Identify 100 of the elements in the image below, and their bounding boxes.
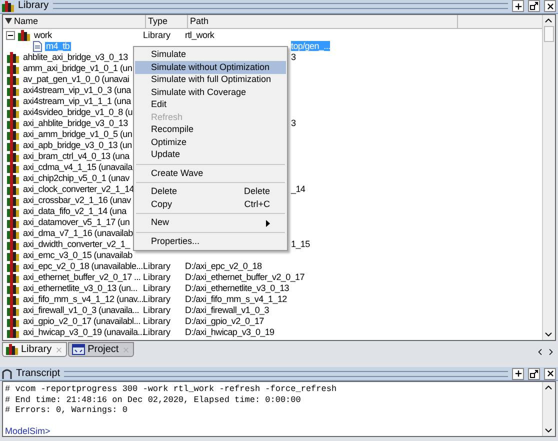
table-cell: D:/axi_epc_v2_0_18: [185, 260, 262, 271]
library-icon: [7, 216, 19, 228]
column-header[interactable]: Path: [188, 14, 458, 29]
library-icon: [7, 326, 19, 338]
close-button[interactable]: [544, 368, 556, 380]
table-cell: D:/axi_hwicap_v3_0_19: [185, 326, 274, 337]
scrollbar[interactable]: [542, 14, 555, 340]
tree-item[interactable]: axi_emc_v3_0_15 (unavailab: [22, 250, 134, 260]
library-icon: [7, 260, 19, 272]
library-icon: [7, 118, 19, 129]
undock-button[interactable]: [528, 0, 540, 12]
console-line: # End time: 21:48:16 on Dec 02,2020, Elapsed time: 0:00:00: [5, 394, 302, 405]
tree-item[interactable]: axi_ahblite_bridge_v3_0_13: [22, 118, 129, 128]
menu-item[interactable]: Simulate: [135, 48, 286, 62]
library-icon: [7, 194, 19, 206]
tree-item[interactable]: axi_gpio_v2_0_17 (unavailabl...: [22, 316, 142, 326]
menu-item[interactable]: Copy Ctrl+C: [135, 198, 286, 211]
tree-item[interactable]: axi4svideo_bridge_v1_0_8 (u: [22, 108, 134, 117]
tree-item[interactable]: axi_dma_v7_1_16 (unavailab: [22, 228, 134, 238]
tree-item[interactable]: axi_fifo_mm_s_v4_1_12 (unav...: [22, 294, 144, 304]
table-cell: D:/axi_ethernetlite_v3_0_13: [185, 282, 289, 293]
library-icon: [7, 184, 19, 195]
tree-item[interactable]: axi_firewall_v1_0_3 (unavaila...: [22, 306, 140, 315]
library-icon: [7, 206, 19, 217]
library-icon: [7, 238, 19, 250]
undock-icon: [530, 2, 538, 10]
undock-icon: [530, 370, 538, 378]
menu-item[interactable]: New: [135, 216, 286, 230]
console-line: # vcom -reportprogress 300 -work rtl_work -refresh -force_refresh: [5, 384, 338, 394]
tree-item[interactable]: axi_dwidth_converter_v2_1_: [22, 240, 131, 249]
tree-item[interactable]: axi_data_fifo_v2_1_14 (una: [22, 206, 128, 216]
library-icon: [7, 162, 19, 173]
window-icon: [72, 344, 85, 356]
table-cell: D:/axi_gpio_v2_0_17: [185, 316, 264, 326]
tree-item[interactable]: av_pat_gen_v1_0_0 (unavai: [22, 74, 130, 84]
tree-item[interactable]: axi_ethernet_buffer_v2_0_17 ...: [22, 272, 142, 282]
menu-item[interactable]: Recompile: [135, 124, 286, 136]
tree-item[interactable]: axi_apb_bridge_v3_0_13 (un: [22, 140, 133, 150]
column-header[interactable]: Type: [146, 14, 188, 29]
undock-button[interactable]: [528, 368, 540, 380]
tree-item[interactable]: work: [33, 30, 53, 40]
library-icon: [7, 304, 19, 316]
menu-item[interactable]: Optimize: [135, 136, 286, 149]
menu-item[interactable]: Update: [135, 148, 286, 162]
library-icon: [7, 172, 19, 184]
table-cell: Library: [143, 304, 171, 315]
table-cell: Library: [143, 316, 171, 326]
table-cell: D:/axi_firewall_v1_0_3: [185, 304, 269, 315]
dock-button[interactable]: [512, 0, 524, 12]
panel-title: Transcript: [16, 368, 60, 379]
library-icon: [7, 52, 19, 63]
menu-item[interactable]: Edit: [135, 98, 286, 112]
tree-item[interactable]: axi_datamover_v5_1_17 (un: [22, 218, 131, 227]
library-icon: [7, 96, 19, 107]
console-line: # Errors: 0, Warnings: 0: [5, 405, 128, 416]
library-icon: [7, 316, 19, 327]
transcript-icon: [2, 368, 12, 379]
document-icon: [33, 40, 42, 52]
menu-item[interactable]: Delete Delete: [135, 186, 286, 198]
tree-item[interactable]: axi4stream_vip_v1_0_3 (una: [22, 86, 132, 95]
menu-item[interactable]: Create Wave: [135, 167, 286, 180]
panel-title: Library: [18, 1, 49, 12]
submenu-arrow-icon: [266, 220, 270, 227]
table-cell: _14: [291, 184, 306, 194]
table-cell: top/gen_...: [291, 40, 330, 51]
tree-item[interactable]: axi4stream_vip_v1_1_1 (una: [22, 96, 132, 106]
panel-tab[interactable]: Project: [68, 342, 134, 358]
collapse-toggle[interactable]: [6, 30, 15, 40]
close-button[interactable]: [544, 0, 556, 12]
tree-item[interactable]: axi_clock_converter_v2_1_14: [22, 184, 135, 194]
menu-item[interactable]: Simulate with full Optimization: [135, 74, 286, 86]
transcript-console[interactable]: # vcom -reportprogress 300 -work rtl_work -refresh -force_refresh # End time: 21:48:16 on Dec 02,2020, Elapsed time: 0:00:00 # Errors: 0, Warnings: 0 ModelSim>: [2, 381, 556, 437]
library-icon: [7, 294, 19, 305]
scroll-thumb[interactable]: [544, 26, 554, 42]
scrollbar[interactable]: [542, 382, 555, 436]
tree-item[interactable]: axi_cdma_v4_1_15 (unavaila: [22, 162, 134, 172]
library-icon: [7, 150, 19, 162]
tree-item[interactable]: ahblite_axi_bridge_v3_0_13: [22, 52, 129, 62]
tree-item[interactable]: axi_epc_v2_0_18 (unavailable...: [22, 262, 144, 271]
menu-item[interactable]: Simulate without Optimization: [135, 61, 286, 74]
panel-tab[interactable]: Library: [2, 342, 67, 358]
tree-item[interactable]: axi_bram_ctrl_v4_0_13 (una: [22, 152, 130, 161]
tree-item[interactable]: axi_ethernetlite_v3_0_13 (un...: [22, 284, 138, 293]
menu-item[interactable]: Simulate with Coverage: [135, 86, 286, 99]
table-cell: Library: [143, 260, 171, 271]
table-cell: Library: [143, 326, 171, 337]
tree-item[interactable]: amm_axi_bridge_v1_0_1 (un: [22, 64, 134, 73]
table-cell: rtl_work: [185, 30, 214, 40]
table-cell: 1_15: [291, 238, 310, 249]
tree-item[interactable]: axi_amm_bridge_v1_0_5 (un: [22, 130, 134, 139]
console-prompt: ModelSim>: [5, 426, 52, 436]
tree-item[interactable]: axi_crossbar_v2_1_16 (unav: [22, 196, 132, 205]
column-header[interactable]: Name: [3, 14, 146, 29]
dock-button[interactable]: [512, 368, 524, 380]
library-icon: [7, 272, 19, 283]
tree-item[interactable]: axi_chip2chip_v5_0_1 (unav: [22, 174, 130, 183]
menu-item[interactable]: Properties...: [135, 235, 286, 248]
library-icon: [7, 84, 19, 96]
plus-icon: [514, 2, 522, 11]
library-icon: [7, 250, 19, 261]
